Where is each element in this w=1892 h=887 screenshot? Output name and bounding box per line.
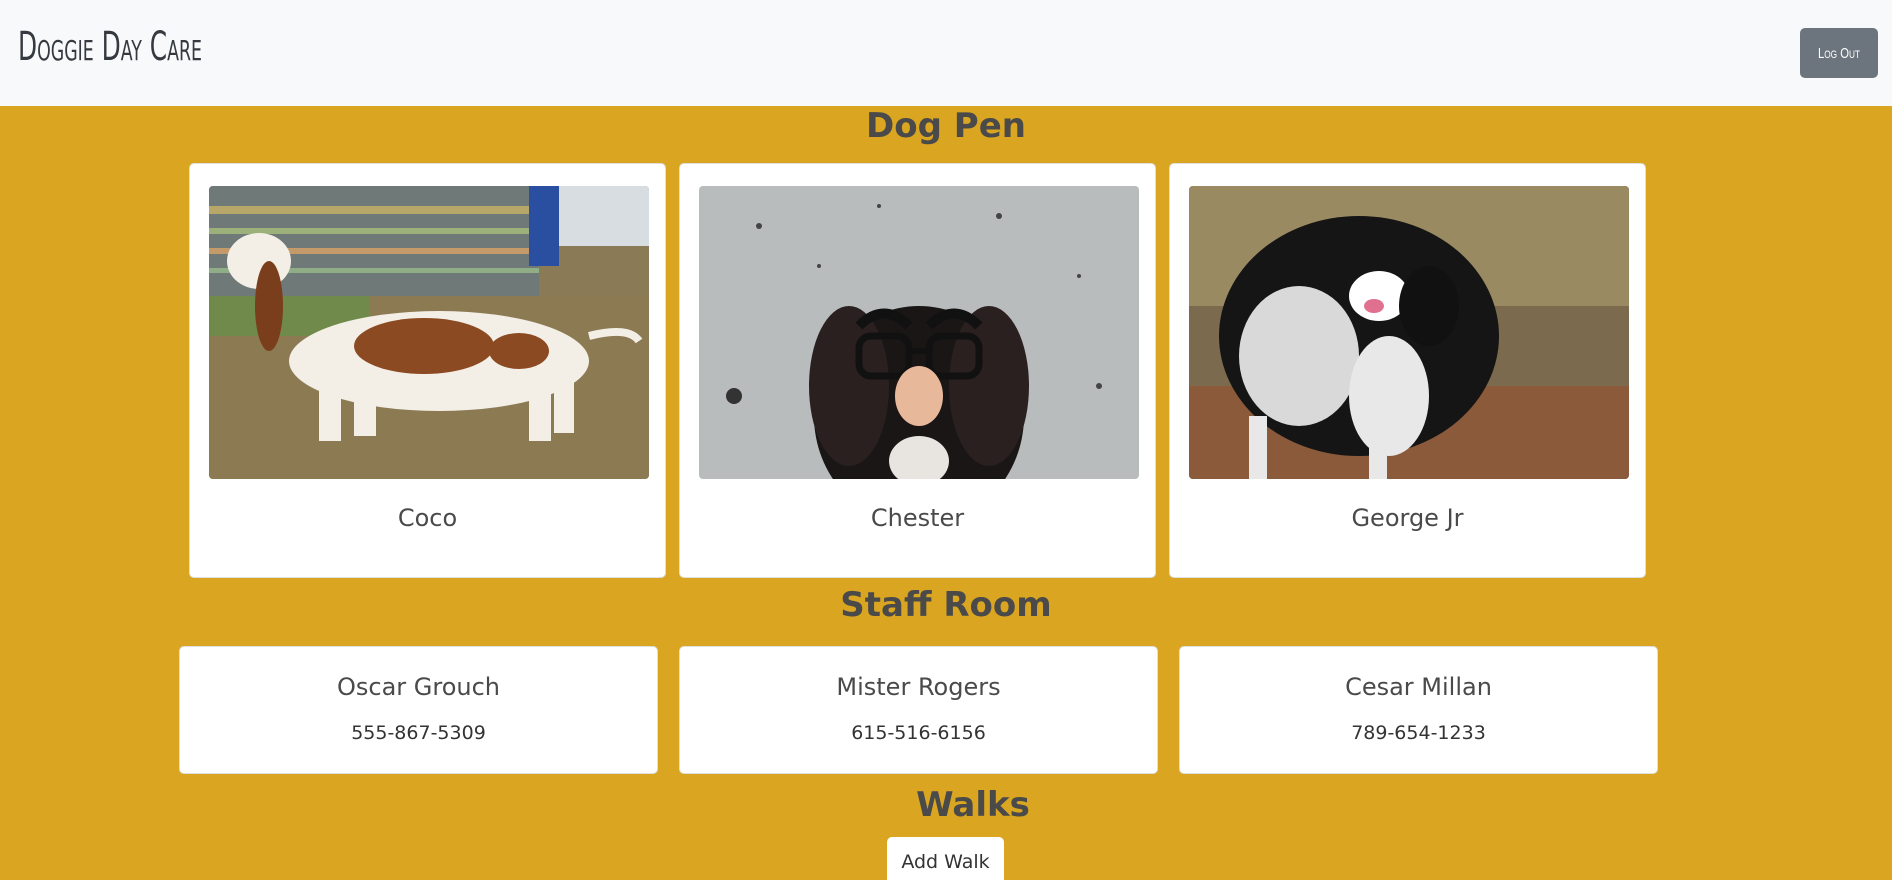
staff-phone: 555-867-5309 — [351, 722, 486, 744]
staff-room-title: Staff Room — [840, 585, 1052, 625]
dog-card[interactable]: George Jr — [1169, 163, 1646, 578]
logout-button[interactable]: Log Out — [1800, 28, 1878, 78]
staff-card[interactable]: Oscar Grouch 555-867-5309 — [179, 646, 658, 774]
dog-card[interactable]: Coco — [189, 163, 666, 578]
add-walk-button[interactable]: Add Walk — [887, 837, 1004, 887]
walks-title-text: Walks — [916, 785, 1030, 825]
navbar: Doggie Day Care Log Out — [0, 0, 1892, 106]
dog-photo — [699, 186, 1139, 479]
dog-card[interactable]: Chester — [679, 163, 1156, 578]
dog-name: Chester — [870, 504, 965, 532]
dog-name: George Jr — [1351, 504, 1464, 532]
walks-title: Walks — [0, 785, 1892, 825]
dog-pen-title: Dog Pen — [866, 106, 1026, 146]
dog-photo — [1189, 186, 1629, 479]
staff-name: Oscar Grouch — [336, 673, 501, 701]
brand-title[interactable]: Doggie Day Care — [18, 24, 202, 70]
dog-photo — [209, 186, 649, 479]
staff-phone: 615-516-6156 — [851, 722, 986, 744]
staff-card[interactable]: Mister Rogers 615-516-6156 — [679, 646, 1158, 774]
staff-name: Cesar Millan — [1345, 673, 1492, 701]
dog-name: Coco — [397, 504, 458, 532]
staff-card[interactable]: Cesar Millan 789-654-1233 — [1179, 646, 1658, 774]
main-content: Dog Pen Coco Chester George Jr Staff Roo… — [0, 106, 1892, 887]
staff-phone: 789-654-1233 — [1351, 722, 1486, 744]
logout-button-label: Log Out — [1818, 44, 1860, 62]
staff-name: Mister Rogers — [836, 673, 1001, 701]
